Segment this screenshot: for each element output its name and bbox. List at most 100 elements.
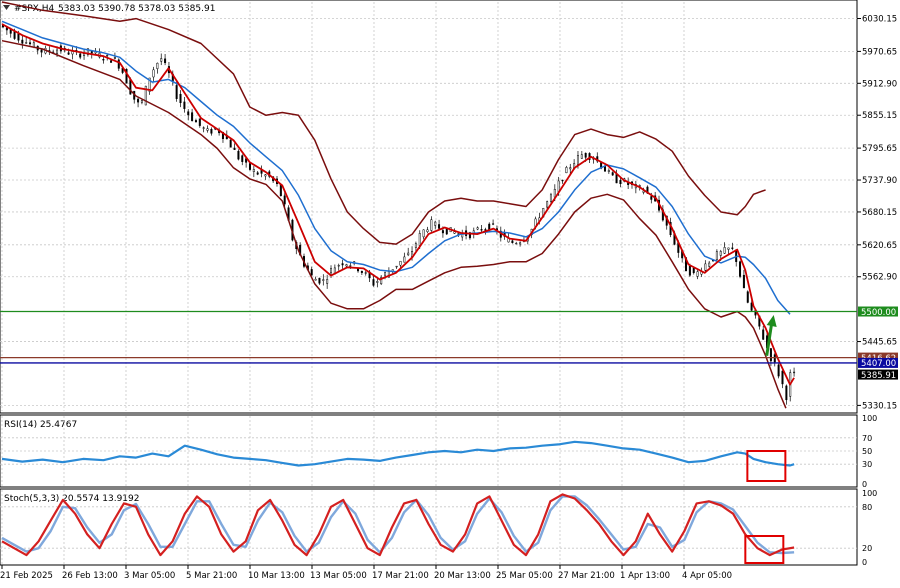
stoch-tick-label: 20 <box>862 544 872 553</box>
candle-body <box>384 272 387 276</box>
candle-body <box>264 174 267 177</box>
candle-body <box>692 267 695 274</box>
y-tick-label: 5737.90 <box>862 176 897 186</box>
y-tick-label: 5562.90 <box>862 273 897 283</box>
rsi-tick-label: 70 <box>862 434 872 443</box>
candle-body <box>110 60 113 63</box>
candle-body <box>233 147 236 150</box>
candle-body <box>519 242 522 245</box>
candle-body <box>407 252 410 256</box>
x-tick-label: 3 Mar 05:00 <box>124 571 175 581</box>
x-tick-label: 25 Mar 05:00 <box>496 571 553 581</box>
candle-body <box>580 154 583 159</box>
x-tick-label: 21 Feb 2025 <box>0 571 53 581</box>
candle-body <box>283 195 286 205</box>
candle-body <box>715 251 718 260</box>
candle-body <box>160 58 163 62</box>
candle-body <box>511 240 514 244</box>
candle-body <box>256 172 259 175</box>
candle-body <box>129 79 132 95</box>
candle-body <box>438 224 441 229</box>
level-label: 5500.00 <box>861 308 896 318</box>
candle-body <box>191 112 194 121</box>
main-panel-frame <box>0 0 858 414</box>
candle-body <box>113 56 116 59</box>
candle-body <box>156 62 159 69</box>
x-tick-label: 1 Apr 13:00 <box>620 571 670 581</box>
candle-body <box>746 291 749 303</box>
candle-body <box>194 120 197 123</box>
candle-body <box>137 98 140 103</box>
candle-body <box>102 59 105 61</box>
candle-body <box>330 268 333 274</box>
candle-body <box>611 172 614 176</box>
candle-body <box>607 170 610 172</box>
x-tick-label: 10 Mar 13:00 <box>248 571 305 581</box>
y-tick-label: 5855.15 <box>862 111 897 121</box>
x-tick-label: 20 Mar 13:00 <box>434 571 491 581</box>
candle-body <box>762 329 765 340</box>
candle-body <box>17 33 20 41</box>
candle-body <box>777 364 780 377</box>
candle-body <box>83 53 86 57</box>
candle-body <box>769 348 772 362</box>
candle-body <box>376 281 379 283</box>
x-tick-label: 17 Mar 21:00 <box>372 571 429 581</box>
candle-body <box>310 269 313 276</box>
candle-body <box>731 247 734 249</box>
candle-body <box>453 231 456 234</box>
candle-body <box>40 49 43 53</box>
candle-body <box>781 370 784 385</box>
candle-body <box>576 155 579 165</box>
candle-body <box>360 270 363 273</box>
candle-body <box>5 27 8 31</box>
y-tick-label: 5795.65 <box>862 144 897 154</box>
candle-body <box>399 260 402 266</box>
candle-body <box>318 277 321 284</box>
candle-body <box>403 256 406 263</box>
candle-body <box>619 180 622 184</box>
stoch-tick-label: 0 <box>862 558 867 567</box>
candle-body <box>345 264 348 267</box>
candle-body <box>569 167 572 170</box>
candle-body <box>314 278 317 281</box>
candle-body <box>492 223 495 225</box>
x-tick-label: 27 Mar 21:00 <box>558 571 615 581</box>
x-tick-label: 26 Feb 13:00 <box>62 571 118 581</box>
candle-body <box>56 49 59 54</box>
candle-body <box>549 194 552 202</box>
candle-body <box>773 354 776 363</box>
candle-body <box>202 127 205 129</box>
candle-body <box>434 221 437 226</box>
candle-body <box>229 139 232 148</box>
rsi-tick-label: 100 <box>862 414 877 423</box>
candle-body <box>515 242 518 245</box>
y-tick-label: 5970.65 <box>862 47 897 57</box>
candle-body <box>476 227 479 230</box>
candle-body <box>106 54 109 57</box>
candle-body <box>117 59 120 69</box>
candle-body <box>739 261 742 277</box>
candle-body <box>279 184 282 197</box>
candle-body <box>90 51 93 54</box>
candle-body <box>13 31 16 39</box>
candle-body <box>372 279 375 286</box>
rsi-tick-label: 30 <box>862 460 872 469</box>
candle-body <box>152 69 155 78</box>
candle-body <box>422 229 425 238</box>
candle-body <box>719 251 722 256</box>
candle-body <box>25 42 28 44</box>
y-tick-label: 5680.15 <box>862 208 897 218</box>
candle-body <box>441 230 444 234</box>
candle-body <box>561 179 564 182</box>
y-tick-label: 6030.15 <box>862 14 897 24</box>
x-tick-label: 4 Apr 05:00 <box>682 571 732 581</box>
candle-body <box>615 174 618 184</box>
candle-body <box>67 52 70 55</box>
candle-body <box>198 118 201 126</box>
candle-body <box>364 272 367 274</box>
candle-body <box>742 274 745 289</box>
candle-body <box>484 229 487 231</box>
candle-body <box>546 201 549 208</box>
candle-body <box>480 229 483 231</box>
